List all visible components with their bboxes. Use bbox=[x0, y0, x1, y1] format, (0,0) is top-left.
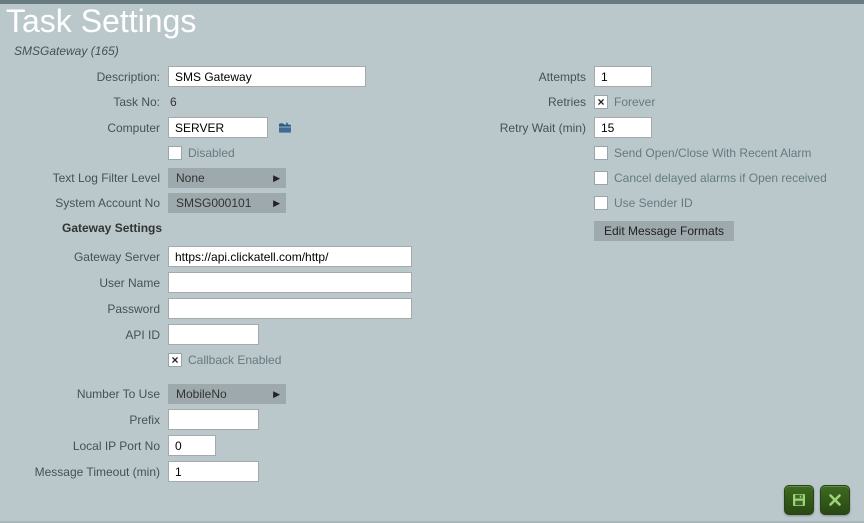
attempts-input[interactable] bbox=[594, 66, 652, 87]
sendopen-checkbox[interactable]: Send Open/Close With Recent Alarm bbox=[594, 146, 811, 160]
cancel-button[interactable] bbox=[820, 485, 850, 515]
retries-checkbox[interactable]: Forever bbox=[594, 95, 655, 109]
computer-input[interactable] bbox=[168, 117, 268, 138]
canceldelayed-label: Cancel delayed alarms if Open received bbox=[614, 171, 827, 185]
retrywait-label: Retry Wait (min) bbox=[448, 121, 594, 135]
retries-label: Retries bbox=[448, 95, 594, 109]
msgtimeout-label: Message Timeout (min) bbox=[14, 465, 168, 479]
left-column: Description: Task No: 6 Computer Disabl bbox=[14, 66, 448, 487]
disabled-checkbox[interactable]: Disabled bbox=[168, 146, 235, 160]
apiid-input[interactable] bbox=[168, 324, 259, 345]
breadcrumb: SMSGateway (165) bbox=[0, 44, 864, 66]
usesender-checkbox[interactable]: Use Sender ID bbox=[594, 196, 693, 210]
sysacct-dropdown[interactable]: SMSG000101 ▶ bbox=[168, 193, 286, 213]
retries-text: Forever bbox=[614, 95, 655, 109]
checkbox-icon bbox=[594, 146, 608, 160]
save-icon bbox=[790, 491, 808, 509]
canceldelayed-checkbox[interactable]: Cancel delayed alarms if Open received bbox=[594, 171, 827, 185]
checkbox-icon bbox=[594, 95, 608, 109]
edit-message-formats-button[interactable]: Edit Message Formats bbox=[594, 221, 734, 241]
gateway-settings-heading: Gateway Settings bbox=[62, 221, 162, 235]
password-input[interactable] bbox=[168, 298, 412, 319]
numbertouse-value: MobileNo bbox=[176, 387, 227, 401]
computer-label: Computer bbox=[14, 121, 168, 135]
checkbox-icon bbox=[168, 353, 182, 367]
callback-label: Callback Enabled bbox=[188, 353, 281, 367]
localip-input[interactable] bbox=[168, 435, 216, 456]
right-column: Attempts Retries Forever Retry Wait (min… bbox=[448, 66, 848, 487]
sysacct-value: SMSG000101 bbox=[176, 196, 251, 210]
gateway-server-input[interactable] bbox=[168, 246, 412, 267]
callback-checkbox[interactable]: Callback Enabled bbox=[168, 353, 281, 367]
retrywait-input[interactable] bbox=[594, 117, 652, 138]
localip-label: Local IP Port No bbox=[14, 439, 168, 453]
description-label: Description: bbox=[14, 70, 168, 84]
checkbox-icon bbox=[168, 146, 182, 160]
sendopen-label: Send Open/Close With Recent Alarm bbox=[614, 146, 811, 160]
username-input[interactable] bbox=[168, 272, 412, 293]
attempts-label: Attempts bbox=[448, 70, 594, 84]
disabled-label: Disabled bbox=[188, 146, 235, 160]
numbertouse-label: Number To Use bbox=[14, 387, 168, 401]
usesender-label: Use Sender ID bbox=[614, 196, 693, 210]
footer-actions bbox=[784, 485, 850, 515]
msgtimeout-input[interactable] bbox=[168, 461, 259, 482]
save-button[interactable] bbox=[784, 485, 814, 515]
textlog-label: Text Log Filter Level bbox=[14, 171, 168, 185]
numbertouse-dropdown[interactable]: MobileNo ▶ bbox=[168, 384, 286, 404]
description-input[interactable] bbox=[168, 66, 366, 87]
chevron-right-icon: ▶ bbox=[273, 173, 280, 184]
open-computer-icon[interactable] bbox=[274, 118, 296, 138]
password-label: Password bbox=[14, 302, 168, 316]
page-title: Task Settings bbox=[0, 4, 864, 44]
username-label: User Name bbox=[14, 276, 168, 290]
checkbox-icon bbox=[594, 171, 608, 185]
taskno-label: Task No: bbox=[14, 95, 168, 109]
sysacct-label: System Account No bbox=[14, 196, 168, 210]
prefix-input[interactable] bbox=[168, 409, 259, 430]
taskno-value: 6 bbox=[168, 95, 177, 109]
chevron-right-icon: ▶ bbox=[273, 198, 280, 209]
apiid-label: API ID bbox=[14, 328, 168, 342]
chevron-right-icon: ▶ bbox=[273, 389, 280, 400]
textlog-dropdown[interactable]: None ▶ bbox=[168, 168, 286, 188]
textlog-value: None bbox=[176, 171, 205, 185]
gserver-label: Gateway Server bbox=[14, 250, 168, 264]
prefix-label: Prefix bbox=[14, 413, 168, 427]
close-icon bbox=[826, 491, 844, 509]
checkbox-icon bbox=[594, 196, 608, 210]
form-area: Description: Task No: 6 Computer Disabl bbox=[0, 66, 864, 487]
